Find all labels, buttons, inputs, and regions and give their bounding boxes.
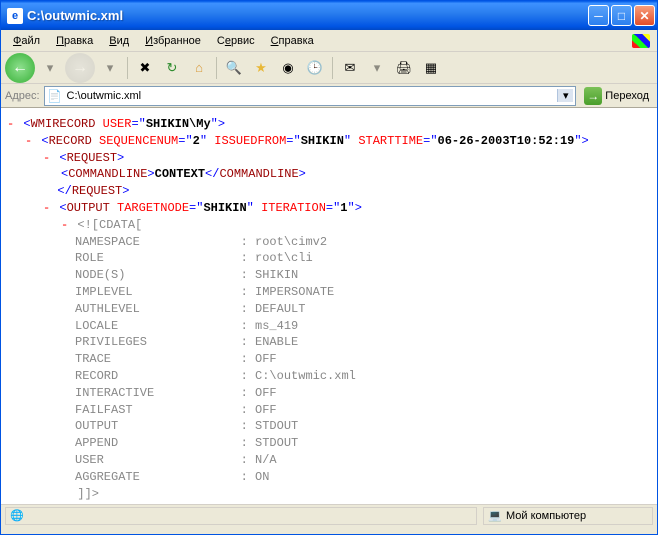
go-button[interactable]: → Переход [580,87,653,105]
back-button[interactable]: ← [5,53,35,83]
menu-file[interactable]: Файл [5,33,48,49]
refresh-button[interactable]: ↻ [160,56,184,80]
media-button[interactable]: ◉ [276,56,300,80]
xml-line: - <OUTPUT TARGETNODE="SHIKIN" ITERATION=… [43,200,651,217]
mail-dropdown[interactable]: ▾ [365,56,389,80]
xml-line: </REQUEST> [43,183,651,200]
status-zone: 💻 Мой компьютер [483,507,653,525]
address-field[interactable]: 📄 C:\outwmic.xml ▾ [44,86,577,106]
window-title: C:\outwmic.xml [27,8,588,23]
address-bar: Адрес: 📄 C:\outwmic.xml ▾ → Переход [1,84,657,108]
computer-icon: 💻 [488,509,502,523]
back-dropdown[interactable]: ▾ [38,56,62,80]
address-dropdown[interactable]: ▾ [557,89,573,102]
menu-view[interactable]: Вид [101,33,137,49]
minimize-button[interactable]: ─ [588,5,609,26]
xml-line: - <RECORD SEQUENCENUM="2" ISSUEDFROM="SH… [25,133,651,150]
separator [332,57,333,79]
windows-flag-icon [629,32,653,50]
ie-status-icon: 🌐 [10,509,24,523]
menu-help[interactable]: Справка [263,33,322,49]
xml-line: - <WMIRECORD USER="SHIKIN\My"> [7,116,651,133]
content-area[interactable]: - <WMIRECORD USER="SHIKIN\My"> - <RECORD… [1,108,657,504]
ie-icon: e [7,8,23,24]
mail-button[interactable]: ✉ [338,56,362,80]
menu-tools[interactable]: Сервис [209,33,263,49]
xml-line: <COMMANDLINE>CONTEXT</COMMANDLINE> [61,166,651,183]
maximize-button[interactable]: □ [611,5,632,26]
favorites-button[interactable]: ★ [249,56,273,80]
xml-line: - <REQUEST> [43,150,651,167]
separator [127,57,128,79]
address-label: Адрес: [5,90,40,102]
window-buttons: ─ □ ✕ [588,5,655,26]
edit-button[interactable]: ▦ [419,56,443,80]
go-arrow-icon: → [584,87,602,105]
address-text: C:\outwmic.xml [67,90,558,102]
zone-label: Мой компьютер [506,510,586,522]
xml-line: - <![CDATA[ [61,217,651,234]
history-button[interactable]: 🕒 [303,56,327,80]
status-left: 🌐 [5,507,477,525]
cdata-body: NAMESPACE : root\cimv2 ROLE : root\cli N… [75,234,651,486]
xml-line: </OUTPUT> [43,502,651,504]
go-label: Переход [605,90,649,102]
stop-button[interactable]: ✖ [133,56,157,80]
print-button[interactable]: 🖨 [392,56,416,80]
separator [216,57,217,79]
close-button[interactable]: ✕ [634,5,655,26]
statusbar: 🌐 💻 Мой компьютер [1,504,657,526]
toolbar: ← ▾ → ▾ ✖ ↻ ⌂ 🔍 ★ ◉ 🕒 ✉ ▾ 🖨 ▦ [1,52,657,84]
menu-favorites[interactable]: Избранное [137,33,209,49]
titlebar: e C:\outwmic.xml ─ □ ✕ [1,1,657,30]
ie-page-icon: 📄 [47,88,63,104]
forward-button: → [65,53,95,83]
xml-line: ]]> [63,486,651,503]
home-button[interactable]: ⌂ [187,56,211,80]
forward-dropdown: ▾ [98,56,122,80]
search-button[interactable]: 🔍 [222,56,246,80]
menubar: Файл Правка Вид Избранное Сервис Справка [1,30,657,52]
menu-edit[interactable]: Правка [48,33,101,49]
